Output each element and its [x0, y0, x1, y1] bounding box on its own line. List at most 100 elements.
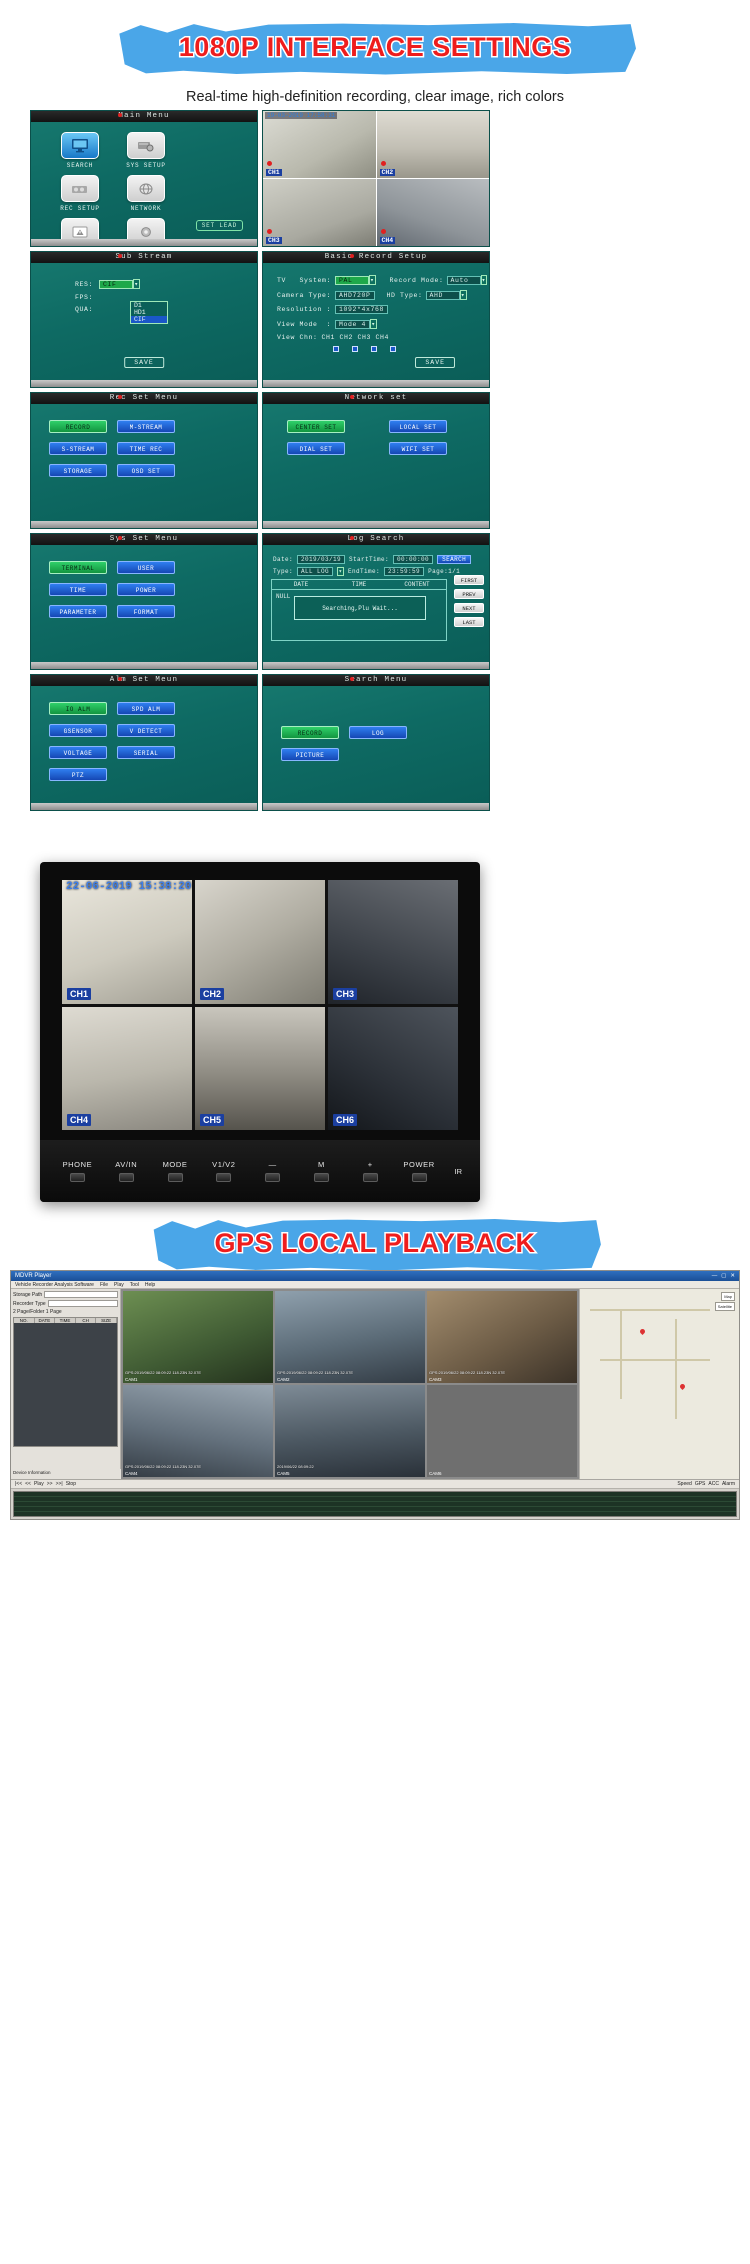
control-phone[interactable]: PHONE — [58, 1160, 97, 1182]
panel-rec-set-menu[interactable]: Rec Set Menu RECORD M-STREAM S-STREAM TI… — [30, 392, 258, 529]
file-list[interactable]: NO. DATE TIME CH SIZE — [13, 1317, 118, 1447]
close-icon[interactable]: ✕ — [730, 1273, 735, 1279]
gps-playback-software[interactable]: MDVR Player — ▢ ✕ Vehicle Recorder Analy… — [10, 1270, 740, 1520]
quad-cell-ch1[interactable]: 19-03-2019 17:58:31 CH1 — [263, 111, 376, 178]
button-gsensor[interactable]: GSENSOR — [49, 724, 107, 737]
menu-item-sys-setup[interactable]: SYS SETUP — [113, 132, 179, 169]
button-center-set[interactable]: CENTER SET — [287, 420, 345, 433]
button-local-set[interactable]: LOCAL SET — [389, 420, 447, 433]
type-value[interactable]: ALL LOG — [297, 567, 334, 576]
field-resolution[interactable]: Resolution : 1092*4x768 — [277, 305, 475, 314]
button-time-rec[interactable]: TIME REC — [117, 442, 175, 455]
video-cell-cam1[interactable]: GPS:2019/06/22 08:09:22 118.23N 32.07E C… — [123, 1291, 273, 1383]
maximize-icon[interactable]: ▢ — [721, 1273, 726, 1279]
quad-cell-ch2[interactable]: CH2 — [376, 111, 489, 178]
recorder-type-input[interactable] — [47, 1300, 118, 1307]
button-forward[interactable]: >> — [47, 1481, 53, 1487]
field-value[interactable]: 1092*4x768 — [335, 305, 389, 314]
panel-basic-record-setup[interactable]: Basic Record Setup TV System: PAL ▾ Recor… — [262, 251, 490, 388]
button-format[interactable]: FORMAT — [117, 605, 175, 618]
file-browser-panel[interactable]: Storage Path Recorder Type 2 Page/Folder… — [11, 1289, 121, 1479]
button-next[interactable]: NEXT — [454, 603, 484, 613]
monitor-cell-ch6[interactable]: CH6 — [328, 1006, 458, 1130]
field-storage-path[interactable]: Storage Path — [13, 1291, 118, 1298]
field-time[interactable]: 2 Page/Folder 1 Page — [13, 1309, 118, 1315]
quad-cell-ch3[interactable]: CH3 — [263, 179, 376, 246]
transport-controls[interactable]: |<< << Play >> >>| Stop Speed GPS ACC Al… — [11, 1480, 739, 1489]
field-camera-type[interactable]: Camera Type: AHD720P HD Type: AHD ▾ — [277, 290, 475, 300]
field-fps[interactable]: FPS: — [75, 294, 243, 301]
control-m[interactable]: M — [302, 1160, 341, 1182]
control-knob-icon[interactable] — [411, 1173, 427, 1182]
field-res[interactable]: RES: CIF ▾ — [75, 279, 243, 289]
map-marker-icon[interactable] — [678, 1382, 687, 1391]
panel-sys-set-menu[interactable]: Sys Set Menu TERMINAL USER TIME POWER PA… — [30, 533, 258, 670]
control-power[interactable]: POWER — [400, 1160, 439, 1182]
button-log[interactable]: LOG — [349, 726, 407, 739]
start-time-value[interactable]: 00:00:00 — [393, 555, 434, 564]
res-dropdown-list[interactable]: D1 HD1 CIF — [130, 301, 168, 324]
chevron-down-icon[interactable]: ▾ — [370, 319, 378, 329]
checkbox-ch3[interactable] — [371, 346, 377, 352]
video-cell-cam2[interactable]: GPS:2019/06/22 08:09:22 118.23N 32.07E C… — [275, 1291, 425, 1383]
software-menubar[interactable]: Vehicle Recorder Analysis Software File … — [11, 1281, 739, 1289]
button-m-stream[interactable]: M-STREAM — [117, 420, 175, 433]
button-record[interactable]: RECORD — [281, 726, 339, 739]
dropdown-option[interactable]: HD1 — [131, 309, 167, 316]
menu-item-search[interactable]: SEARCH — [47, 132, 113, 169]
date-value[interactable]: 2019/03/19 — [297, 555, 346, 564]
control-minus[interactable]: — — [253, 1160, 292, 1182]
panel-alm-set-menu[interactable]: Alm Set Meun IO ALM SPD ALM GSENSOR V DE… — [30, 674, 258, 811]
menu-play[interactable]: Play — [114, 1282, 124, 1288]
field-value[interactable]: CIF — [99, 279, 134, 289]
checkbox-ch2[interactable] — [352, 346, 358, 352]
button-time[interactable]: TIME — [49, 583, 107, 596]
map-type-toggle[interactable]: Map — [721, 1292, 735, 1301]
field-recorder-type[interactable]: Recorder Type — [13, 1300, 118, 1307]
map-marker-icon[interactable] — [638, 1327, 647, 1336]
control-v1-v2[interactable]: V1/V2 — [204, 1160, 243, 1182]
chevron-down-icon[interactable]: ▾ — [133, 279, 141, 289]
panel-log-search[interactable]: Log Search Date: 2019/03/19 StartTime: 0… — [262, 533, 490, 670]
panel-sub-stream[interactable]: Sub Stream RES: CIF ▾ FPS: QUA: D1 HD1 C… — [30, 251, 258, 388]
view-chn-checkboxes[interactable] — [277, 346, 475, 352]
field-view-mode[interactable]: View Mode : Mode 4 ▾ — [277, 319, 475, 329]
checkbox-ch1[interactable] — [333, 346, 339, 352]
button-ptz[interactable]: PTZ — [49, 768, 107, 781]
control-knob-icon[interactable] — [69, 1173, 85, 1182]
panel-live-quad[interactable]: 19-03-2019 17:58:31 CH1 CH2 CH3 CH4 — [262, 110, 490, 247]
button-picture[interactable]: PICTURE — [281, 748, 339, 761]
quad-cell-ch4[interactable]: CH4 — [376, 179, 489, 246]
gps-map-panel[interactable]: Map Satellite — [579, 1289, 739, 1479]
tab-speed[interactable]: Speed — [677, 1481, 691, 1487]
field-value-2[interactable]: AHD — [425, 290, 460, 300]
button-prev[interactable]: PREV — [454, 589, 484, 599]
button-first[interactable]: FIRST — [454, 575, 484, 585]
button-storage[interactable]: STORAGE — [49, 464, 107, 477]
panel-network-set[interactable]: Network set CENTER SET LOCAL SET DIAL SE… — [262, 392, 490, 529]
end-time-value[interactable]: 23:59:59 — [384, 567, 425, 576]
video-cell-cam3[interactable]: GPS:2019/06/22 08:09:22 118.23N 32.07E C… — [427, 1291, 577, 1383]
control-knob-icon[interactable] — [167, 1173, 183, 1182]
button-wifi-set[interactable]: WIFI SET — [389, 442, 447, 455]
button-user[interactable]: USER — [117, 561, 175, 574]
button-last[interactable]: LAST — [454, 617, 484, 627]
chevron-down-icon[interactable]: ▾ — [459, 290, 467, 300]
control-knob-icon[interactable] — [362, 1173, 378, 1182]
field-value[interactable]: Mode 4 — [335, 319, 371, 329]
video-cell-cam4[interactable]: GPS:2019/06/22 08:09:22 118.23N 32.07E C… — [123, 1385, 273, 1477]
monitor-cell-ch4[interactable]: CH4 — [62, 1006, 192, 1130]
field-value-2[interactable]: Auto — [446, 275, 481, 285]
button-voltage[interactable]: VOLTAGE — [49, 746, 107, 759]
tab-alarm[interactable]: Alarm — [722, 1481, 735, 1487]
playback-timeline[interactable] — [13, 1491, 737, 1517]
button-parameter[interactable]: PARAMETER — [49, 605, 107, 618]
storage-path-input[interactable] — [44, 1291, 118, 1298]
monitor-cell-ch2[interactable]: CH2 — [195, 880, 325, 1004]
button-stop[interactable]: Stop — [66, 1481, 76, 1487]
menu-help[interactable]: Help — [145, 1282, 155, 1288]
button-v-detect[interactable]: V DETECT — [117, 724, 175, 737]
row-type[interactable]: Type: ALL LOG ▾ EndTime: 23:59:59 Page:1/… — [273, 567, 479, 576]
dropdown-option-selected[interactable]: CIF — [131, 316, 167, 323]
minimize-icon[interactable]: — — [712, 1273, 718, 1279]
